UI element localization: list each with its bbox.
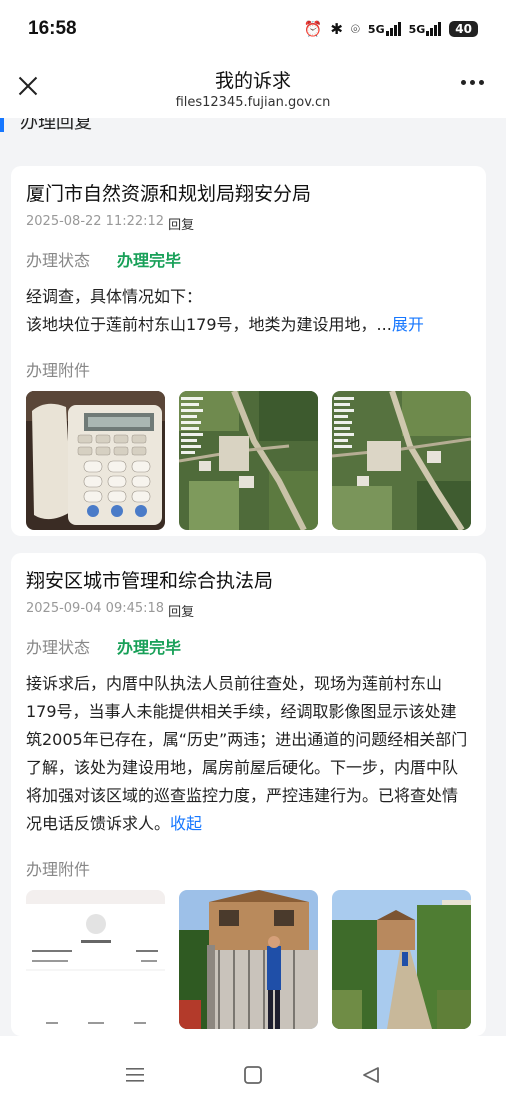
attachment-list [26, 391, 471, 530]
attachments-label: 办理附件 [26, 860, 91, 879]
page-title: 我的诉求 [214, 70, 291, 92]
back-icon[interactable] [359, 1063, 383, 1087]
aerial-map-image [332, 391, 471, 530]
nav-bar: 我的诉求 files12345.fujian.gov.cn [0, 58, 506, 118]
status-label: 办理状态 [26, 638, 91, 657]
reply-time: 2025-09-04 09:45:18 [26, 601, 165, 616]
section-accent-bar [0, 118, 4, 132]
status-badge: 办理完毕 [117, 251, 182, 270]
reply-time: 2025-08-22 11:22:12 [26, 214, 165, 229]
reply-body: 接诉求后，内厝中队执法人员前往查处，现场为莲前村东山179号，当事人未能提供相关… [26, 674, 468, 833]
attachment-thumbnail[interactable] [26, 890, 165, 1029]
attachment-thumbnail[interactable] [332, 890, 471, 1029]
bluetooth-icon: ✱ [330, 20, 343, 38]
attachment-thumbnail[interactable] [332, 391, 471, 530]
nav-title-block: 我的诉求 files12345.fujian.gov.cn [176, 66, 331, 110]
attachment-thumbnail[interactable] [26, 391, 165, 530]
more-icon[interactable] [461, 80, 484, 85]
call-screenshot-image [26, 890, 165, 1029]
reply-label: 回复 [168, 218, 195, 233]
status-badge: 办理完毕 [117, 638, 182, 657]
collapse-link[interactable]: 收起 [170, 814, 202, 833]
reply-card: 翔安区城市管理和综合执法局 2025-09-04 09:45:18 回复 办理状… [11, 553, 486, 1036]
status-bar: 16:58 ⏰ ✱ ⌾ 5G 5G 40 [0, 0, 506, 58]
phone-photo-image [26, 391, 165, 530]
reply-org: 厦门市自然资源和规划局翔安分局 [26, 183, 312, 205]
close-icon[interactable] [14, 72, 42, 100]
page-url: files12345.fujian.gov.cn [175, 95, 331, 110]
menu-icon[interactable] [123, 1063, 147, 1087]
aerial-map-image [179, 391, 318, 530]
attachment-list [26, 890, 471, 1029]
reply-body-line: 经调查，具体情况如下： [26, 287, 203, 306]
attachment-thumbnail[interactable] [179, 890, 318, 1029]
alarm-icon: ⏰ [303, 20, 323, 38]
status-row: 办理状态 办理完毕 [26, 247, 471, 271]
status-label: 办理状态 [26, 251, 91, 270]
home-icon[interactable] [241, 1063, 265, 1087]
status-row: 办理状态 办理完毕 [26, 634, 471, 658]
system-nav-bar [0, 1036, 506, 1113]
reply-meta: 2025-08-22 11:22:12 回复 [26, 214, 471, 233]
reply-body: 经调查，具体情况如下： 该地块位于莲前村东山179号，地类为建设用地，...展开 [26, 283, 471, 339]
reply-org: 翔安区城市管理和综合执法局 [26, 570, 274, 592]
reply-body-line: 该地块位于莲前村东山179号，地类为建设用地，...展开 [26, 315, 424, 334]
site-photo-image [332, 890, 471, 1029]
reply-label: 回复 [168, 605, 195, 620]
expand-link[interactable]: 展开 [392, 315, 424, 334]
attachments-label: 办理附件 [26, 361, 91, 380]
location-icon: ⌾ [350, 20, 360, 38]
section-title: 办理回复 [20, 118, 92, 133]
status-icons: ⏰ ✱ ⌾ 5G 5G 40 [304, 20, 478, 38]
reply-card: 厦门市自然资源和规划局翔安分局 2025-08-22 11:22:12 回复 办… [11, 166, 486, 536]
section-header: 办理回复 [0, 118, 92, 134]
battery-icon: 40 [449, 21, 478, 37]
content-area[interactable]: 办理回复 厦门市自然资源和规划局翔安分局 2025-08-22 11:22:12… [0, 118, 506, 1036]
attachment-thumbnail[interactable] [179, 391, 318, 530]
site-photo-image [179, 890, 318, 1029]
signal-icon-2: 5G [409, 22, 442, 36]
signal-icon: 5G [368, 22, 401, 36]
clock: 16:58 [28, 18, 77, 39]
reply-meta: 2025-09-04 09:45:18 回复 [26, 601, 471, 620]
